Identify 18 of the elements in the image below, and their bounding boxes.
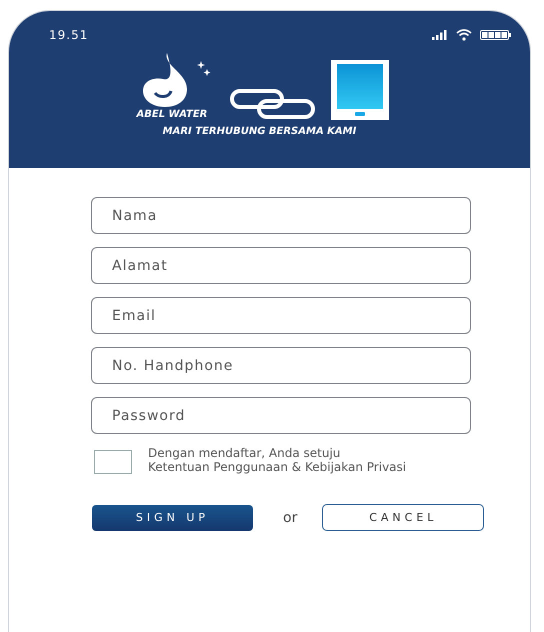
input-field[interactable]: No. Handphone	[91, 347, 471, 384]
tagline: MARI TERHUBUNG BERSAMA KAMI	[162, 126, 356, 137]
battery-icon	[480, 30, 512, 40]
agreement-text: Ketentuan Penggunaan & Kebijakan Privasi	[148, 460, 406, 474]
input-field[interactable]: Alamat	[91, 247, 471, 284]
checkbox[interactable]	[94, 450, 132, 474]
brand-name: ABEL WATER	[136, 109, 208, 120]
wifi-icon	[456, 29, 472, 41]
tablet-icon	[330, 60, 388, 120]
or-separator: or	[283, 510, 298, 526]
agreement-text: Dengan mendaftar, Anda setuju	[148, 446, 342, 460]
signal-icon	[432, 30, 448, 40]
input-field[interactable]: Password	[91, 397, 471, 434]
cancel-button[interactable]: CANCEL	[322, 504, 484, 531]
input-field[interactable]: Nama	[91, 197, 471, 234]
sign-up-button[interactable]: SIGN UP	[92, 504, 253, 530]
input-field[interactable]: Email	[91, 297, 471, 334]
status-time: 19.51	[49, 28, 88, 42]
